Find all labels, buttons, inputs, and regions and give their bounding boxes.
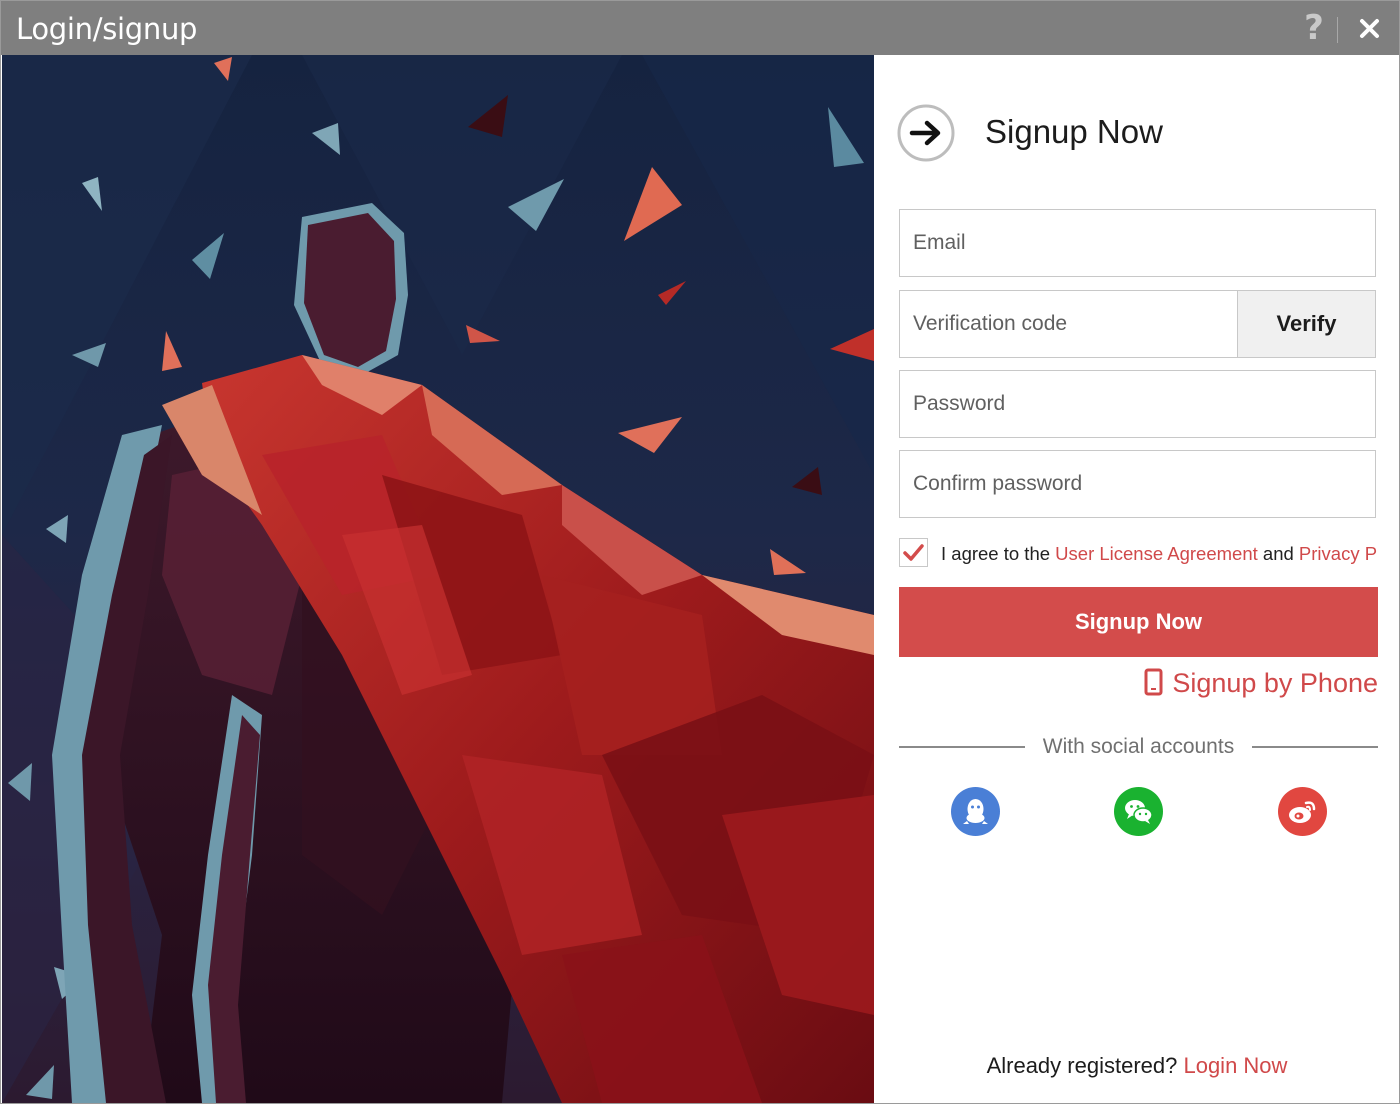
- close-button[interactable]: [1355, 11, 1385, 45]
- signup-by-phone-link[interactable]: Signup by Phone: [1144, 668, 1378, 706]
- qq-login-button[interactable]: [951, 787, 1000, 836]
- wechat-login-button[interactable]: [1114, 787, 1163, 836]
- wechat-icon: [1125, 800, 1153, 824]
- weibo-icon: [1289, 801, 1316, 823]
- login-signup-window: Login/signup ? Signup Now Email Verifica…: [0, 0, 1400, 1104]
- signup-by-phone-label: Signup by Phone: [1172, 668, 1378, 698]
- agreement-prefix: I agree to the: [941, 543, 1056, 564]
- close-icon: [1360, 19, 1379, 38]
- login-prompt-text: Already registered?: [986, 1053, 1184, 1078]
- email-field-box: [899, 209, 1376, 277]
- verification-code-field[interactable]: [900, 291, 1238, 357]
- divider-line-right: [1252, 746, 1378, 748]
- qq-penguin-icon: [963, 799, 988, 824]
- checkmark-icon: [903, 544, 924, 561]
- license-agreement-link[interactable]: User License Agreement: [1055, 543, 1258, 564]
- agreement-row: I agree to the User License Agreement an…: [899, 537, 1379, 569]
- email-field[interactable]: [900, 210, 1375, 276]
- social-divider: With social accounts: [899, 733, 1378, 761]
- verification-code-field-box: Verify: [899, 290, 1376, 358]
- password-field[interactable]: [900, 371, 1375, 437]
- agreement-conjunction: and: [1257, 543, 1299, 564]
- page-title: Signup Now: [985, 113, 1163, 150]
- hero-illustration: [2, 55, 874, 1103]
- window-title: Login/signup: [16, 12, 198, 46]
- title-bar: Login/signup ?: [1, 1, 1399, 55]
- title-bar-divider: [1337, 17, 1338, 43]
- verify-button[interactable]: Verify: [1237, 291, 1375, 357]
- help-button[interactable]: ?: [1300, 9, 1328, 47]
- agree-checkbox[interactable]: [899, 538, 928, 567]
- signup-button[interactable]: Signup Now: [899, 587, 1378, 657]
- arrow-right-circle-icon: [897, 104, 955, 162]
- login-now-link[interactable]: Login Now: [1183, 1053, 1287, 1078]
- privacy-policy-link[interactable]: Privacy P: [1299, 543, 1377, 564]
- confirm-password-field[interactable]: [900, 451, 1375, 517]
- agreement-text: I agree to the User License Agreement an…: [941, 543, 1377, 565]
- mobile-phone-icon: [1144, 668, 1164, 703]
- password-field-box: [899, 370, 1376, 438]
- confirm-password-field-box: [899, 450, 1376, 518]
- signup-panel: Signup Now Verify I agree to the User Li…: [875, 55, 1399, 1103]
- weibo-login-button[interactable]: [1278, 787, 1327, 836]
- login-prompt: Already registered? Login Now: [875, 1053, 1399, 1079]
